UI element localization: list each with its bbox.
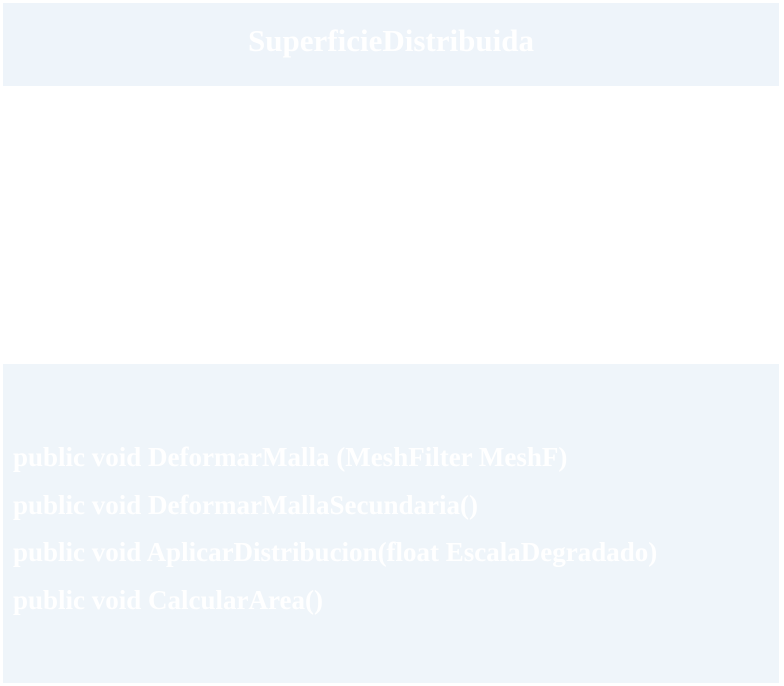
class-header: SuperficieDistribuida [3, 3, 779, 86]
method-deformar-malla: public void DeformarMalla (MeshFilter Me… [13, 442, 568, 472]
class-name: SuperficieDistribuida [248, 23, 534, 58]
method-calcular-area: public void CalcularArea() [13, 584, 323, 615]
method-list: public void DeformarMalla (MeshFilter Me… [13, 434, 657, 624]
uml-class-box: SuperficieDistribuida public void Deform… [0, 0, 784, 686]
attributes-section [3, 86, 779, 364]
method-deformar-malla-secundaria: public void DeformarMallaSecundaria() [13, 489, 478, 520]
method-aplicar-distribucion: public void AplicarDistribucion(float Es… [13, 537, 658, 567]
methods-section: public void DeformarMalla (MeshFilter Me… [3, 364, 779, 683]
